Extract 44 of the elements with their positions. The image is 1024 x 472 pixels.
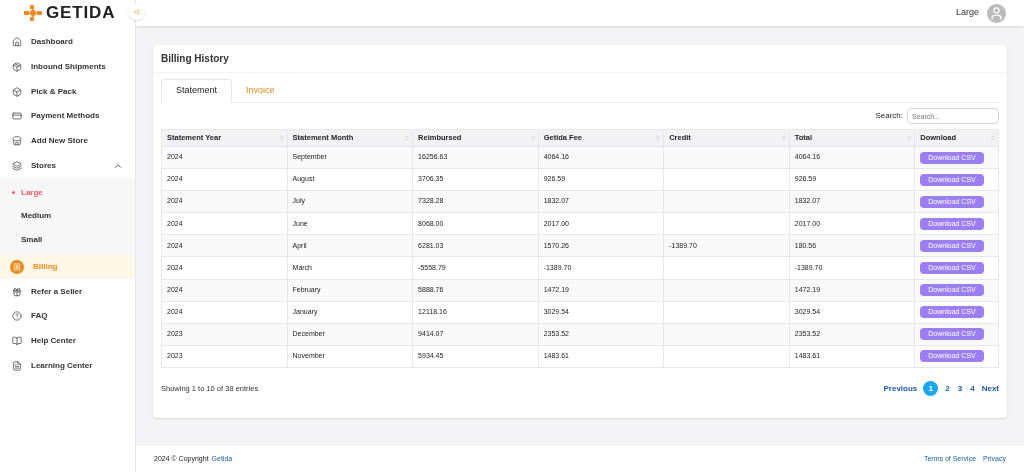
next-link[interactable]: Next	[981, 382, 999, 395]
home-icon	[12, 37, 22, 48]
submenu-item[interactable]: Medium	[0, 204, 135, 229]
box-icon	[12, 86, 22, 97]
page-link[interactable]: 4	[969, 382, 976, 395]
card-icon	[12, 111, 22, 122]
sidebar-item[interactable]: Refer a Seller	[0, 279, 135, 304]
page-link[interactable]: 3	[956, 382, 964, 395]
sort-icon[interactable]	[990, 135, 996, 141]
sort-icon[interactable]	[906, 135, 913, 141]
gift-icon	[12, 286, 22, 297]
sidebar-item[interactable]: Payment Methods	[0, 104, 135, 129]
sort-icon[interactable]	[404, 135, 411, 141]
sort-icon[interactable]	[655, 135, 662, 141]
sidebar-item[interactable]: Dashboard	[0, 30, 135, 55]
logo-text: GETIDA	[46, 2, 116, 25]
previous-link[interactable]: Previous	[883, 382, 918, 395]
double-chevron-left-icon	[131, 6, 142, 17]
sidebar-item[interactable]: FAQ	[0, 304, 135, 329]
card-title: Billing History	[161, 52, 229, 66]
tab[interactable]: Statement	[161, 79, 233, 103]
help-icon	[12, 311, 22, 322]
submenu-item[interactable]: Small	[0, 228, 135, 252]
sidebar-item[interactable]: Learning Center	[0, 353, 135, 379]
sidebar-item[interactable]: Stores	[0, 153, 135, 179]
sidebar-item[interactable]: Inbound Shipments	[0, 54, 135, 80]
avatar-icon[interactable]	[987, 3, 1006, 23]
store-icon	[12, 136, 22, 147]
logo-icon	[24, 5, 42, 21]
sidebar-item[interactable]: Add New Store	[0, 128, 135, 154]
sidebar-item[interactable]: Pick & Pack	[0, 79, 135, 105]
document-icon	[12, 360, 22, 371]
sidebar-item[interactable]: Help Center	[0, 328, 135, 354]
search-label: Search:	[875, 110, 903, 122]
sort-icon[interactable]	[278, 135, 285, 141]
collapse-button[interactable]	[128, 3, 145, 20]
page-link[interactable]: 2	[944, 382, 951, 395]
package-icon	[12, 62, 22, 73]
sort-icon[interactable]	[780, 135, 787, 141]
user-name[interactable]: Large	[955, 6, 979, 20]
book-icon	[12, 336, 22, 347]
layers-icon	[12, 160, 22, 171]
receipt-icon	[10, 259, 24, 274]
sort-icon[interactable]	[529, 135, 536, 141]
